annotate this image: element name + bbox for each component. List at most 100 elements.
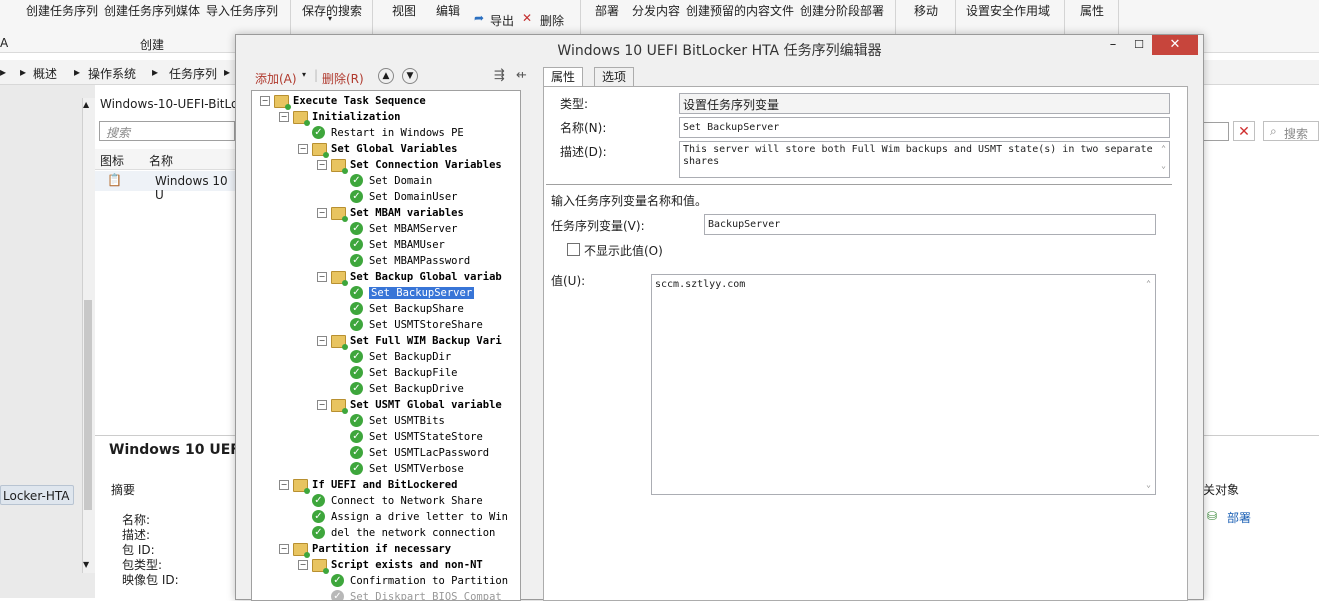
deploy-button[interactable]: 部署	[595, 2, 619, 19]
tree-scrollbar[interactable]	[520, 91, 521, 600]
tree-step-item[interactable]: Assign a drive letter to Win	[331, 509, 508, 525]
expand-all-icon[interactable]: ⇶	[494, 68, 505, 83]
column-icon-header[interactable]: 图标	[100, 152, 124, 169]
tree-step-item[interactable]: Set MBAMUser	[369, 237, 445, 253]
remove-button[interactable]: 删除(R)	[322, 70, 364, 87]
scroll-down-icon[interactable]: ▼	[83, 560, 89, 569]
set-scope-button[interactable]: 设置安全作用域	[966, 2, 1050, 19]
close-button[interactable]: ✕	[1152, 35, 1198, 55]
value-text: sccm.sztlyy.com	[655, 279, 746, 290]
tab-options[interactable]: 选项	[594, 67, 635, 87]
tree-group-item[interactable]: Execute Task Sequence	[293, 93, 426, 109]
tree-group-item[interactable]: If UEFI and BitLockered	[312, 477, 457, 493]
collapse-all-icon[interactable]: ⇷	[516, 68, 527, 83]
tree-expander-icon[interactable]: −	[298, 144, 308, 154]
tree-step-item[interactable]: Connect to Network Share	[331, 493, 483, 509]
properties-button[interactable]: 属性	[1080, 2, 1104, 19]
tree-step-item[interactable]: Confirmation to Partition	[350, 573, 508, 589]
move-up-icon[interactable]: ▲	[378, 68, 394, 84]
tree-step-item[interactable]: Set MBAMPassword	[369, 253, 470, 269]
search-input-tail[interactable]	[1203, 122, 1229, 141]
nav-item-ts[interactable]: Locker-HTA	[0, 485, 74, 505]
tree-step-item[interactable]: del the network connection	[331, 525, 495, 541]
group-folder-icon	[331, 335, 348, 350]
tree-expander-icon[interactable]: −	[279, 544, 289, 554]
delete-button[interactable]: 删除	[540, 12, 564, 29]
scrollbar-thumb[interactable]	[84, 300, 92, 510]
tree-item-label: If UEFI and BitLockered	[312, 479, 458, 491]
move-button[interactable]: 移动	[914, 2, 938, 19]
tree-step-item[interactable]: Set USMTBits	[369, 413, 445, 429]
distribute-content-button[interactable]: 分发内容	[632, 2, 680, 19]
description-field[interactable]: This server will store both Full Wim bac…	[679, 141, 1170, 178]
scroll-down-icon[interactable]: ⌄	[1161, 160, 1166, 172]
hide-value-checkbox[interactable]	[567, 243, 580, 256]
edit-button[interactable]: 编辑	[436, 2, 460, 19]
tree-group-item[interactable]: Set MBAM variables	[350, 205, 464, 221]
import-ts-button[interactable]: 导入任务序列	[206, 2, 278, 19]
variable-field[interactable]: BackupServer	[704, 214, 1156, 235]
column-name-header[interactable]: 名称	[149, 152, 173, 169]
name-field[interactable]: Set BackupServer	[679, 117, 1170, 138]
maximize-button[interactable]: ☐	[1126, 35, 1152, 55]
tree-step-item[interactable]: Set BackupFile	[369, 365, 458, 381]
tree-step-item[interactable]: Set USMTStoreShare	[369, 317, 483, 333]
tree-expander-icon[interactable]: −	[317, 400, 327, 410]
tree-step-item[interactable]: Set BackupServer	[369, 285, 475, 301]
tree-step-item[interactable]: Set BackupDir	[369, 349, 451, 365]
tree-group-item[interactable]: Initialization	[312, 109, 401, 125]
divider	[95, 435, 235, 436]
tree-step-item[interactable]: Restart in Windows PE	[331, 125, 464, 141]
add-menu-button[interactable]: 添加(A)	[255, 70, 297, 87]
scroll-up-icon[interactable]: ▲	[83, 100, 89, 109]
search-input[interactable]: 搜索	[99, 121, 235, 141]
tree-step-item[interactable]: Set BackupDrive	[369, 381, 464, 397]
scroll-up-icon[interactable]: ⌃	[1161, 143, 1166, 155]
tree-step-item[interactable]: Set BackupShare	[369, 301, 464, 317]
tree-group-item[interactable]: Partition if necessary	[312, 541, 451, 557]
tree-expander-icon[interactable]: −	[317, 336, 327, 346]
view-button[interactable]: 视图	[392, 2, 416, 19]
export-button[interactable]: 导出	[490, 12, 514, 29]
tree-step-item[interactable]: Set Diskpart BIOS Compat	[350, 589, 502, 600]
tab-properties[interactable]: 属性	[543, 67, 584, 88]
tree-step-item[interactable]: Set USMTLacPassword	[369, 445, 489, 461]
tree-group-item[interactable]: Set Connection Variables	[350, 157, 502, 173]
create-task-sequence-button[interactable]: 创建任务序列	[26, 2, 98, 19]
tree-step-item[interactable]: Set Domain	[369, 173, 432, 189]
tree-group-item[interactable]: Set USMT Global variable	[350, 397, 502, 413]
scroll-down-icon[interactable]: ⌄	[1146, 479, 1151, 491]
tree-expander-icon[interactable]: −	[279, 112, 289, 122]
content-pane: Windows-10-UEFI-BitLock 搜索 图标 名称 📋 Windo…	[95, 85, 245, 598]
tree-expander-icon[interactable]: −	[317, 160, 327, 170]
search-button[interactable]: ⌕ 搜索	[1263, 121, 1319, 141]
tree-step-item[interactable]: Set DomainUser	[369, 189, 458, 205]
breadcrumb-overview[interactable]: 概述	[33, 65, 57, 82]
create-ts-media-button[interactable]: 创建任务序列媒体	[104, 2, 200, 19]
tree-expander-icon[interactable]: −	[317, 208, 327, 218]
tree-step-item[interactable]: Set USMTVerbose	[369, 461, 464, 477]
tree-expander-icon[interactable]: −	[317, 272, 327, 282]
breadcrumb-os[interactable]: 操作系统	[88, 65, 136, 82]
value-field[interactable]: sccm.sztlyy.com ⌃ ⌄	[651, 274, 1156, 495]
tree-expander-icon[interactable]: −	[279, 480, 289, 490]
field-desc-label: 描述:	[122, 528, 151, 542]
create-phased-button[interactable]: 创建分阶段部署	[800, 2, 884, 19]
minimize-button[interactable]: –	[1100, 35, 1126, 55]
tree-expander-icon[interactable]: −	[298, 560, 308, 570]
breadcrumb-task-sequences[interactable]: 任务序列	[169, 65, 217, 82]
table-row[interactable]: 📋 Windows 10 U	[95, 171, 235, 202]
deploy-link[interactable]: 部署	[1227, 509, 1251, 526]
tree-group-item[interactable]: Set Full WIM Backup Vari	[350, 333, 502, 349]
tree-step-item[interactable]: Set USMTStateStore	[369, 429, 483, 445]
tree-group-item[interactable]: Script exists and non-NT	[331, 557, 483, 573]
tree-expander-icon[interactable]: −	[260, 96, 270, 106]
tree-step-item[interactable]: Set MBAMServer	[369, 221, 458, 237]
clear-search-icon[interactable]: ✕	[1233, 121, 1255, 141]
scroll-up-icon[interactable]: ⌃	[1146, 278, 1151, 290]
create-prestaged-button[interactable]: 创建预留的内容文件	[686, 2, 794, 19]
tree-group-item[interactable]: Set Backup Global variab	[350, 269, 502, 285]
tree-group-item[interactable]: Set Global Variables	[331, 141, 457, 157]
move-down-icon[interactable]: ▼	[402, 68, 418, 84]
step-check-icon: ✓	[350, 254, 363, 267]
